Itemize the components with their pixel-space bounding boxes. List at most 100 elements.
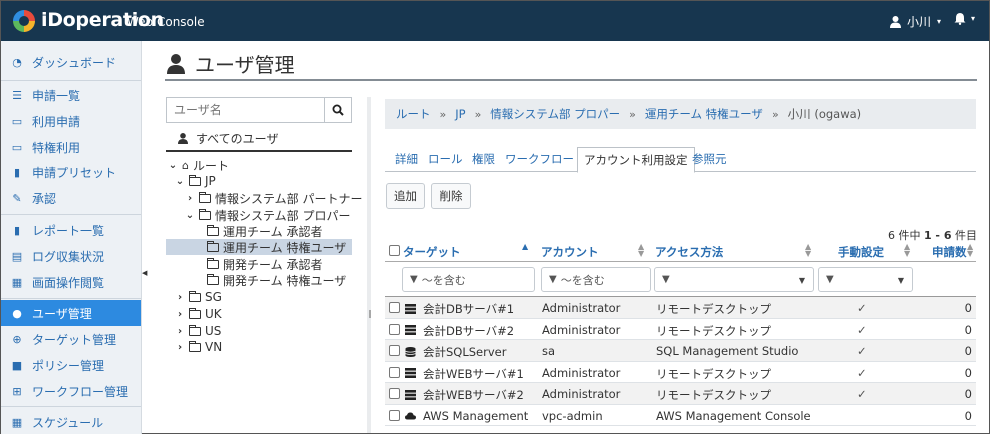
sidebar-item-usage-request[interactable]: ▭ 利用申請 <box>1 108 141 134</box>
row-checkbox[interactable] <box>389 345 400 356</box>
breadcrumb-link[interactable]: JP <box>455 107 465 121</box>
sidebar-item-user-management[interactable]: ● ユーザ管理 <box>1 300 141 326</box>
sitemap-icon: ⊞ <box>12 384 22 398</box>
tree-node-proper[interactable]: ⌄ 情報システム部 プロパー <box>185 207 350 223</box>
search-button[interactable] <box>324 98 351 122</box>
panel-splitter[interactable] <box>367 97 371 433</box>
column-header-target[interactable]: ターゲット <box>403 244 461 260</box>
tree-node-jp[interactable]: ⌄ JP <box>175 173 216 189</box>
tab-account-settings[interactable]: アカウント利用設定 <box>577 147 695 173</box>
chevron-down-icon[interactable]: ⌄ <box>185 210 195 221</box>
notification-menu[interactable]: ▾ <box>954 12 975 25</box>
breadcrumb-link[interactable]: 運用チーム 特権ユーザ <box>645 106 763 122</box>
sidebar-collapse-icon[interactable]: ◀ <box>142 269 147 277</box>
sidebar-item-workflow-management[interactable]: ⊞ ワークフロー管理 <box>1 378 141 404</box>
sidebar-item-request-list[interactable]: ☰ 申請一覧 <box>1 82 141 108</box>
row-checkbox[interactable] <box>389 366 400 378</box>
tree-node-ops-approver[interactable]: 運用チーム 承認者 <box>207 223 322 239</box>
tree-node-sg[interactable]: › SG <box>175 289 222 305</box>
request-count: 0 <box>964 344 972 358</box>
tab-details[interactable]: 詳細 <box>395 151 418 167</box>
table-row[interactable]: AWS Management vpc-admin AWS Management … <box>385 405 976 426</box>
sidebar-item-screen-view[interactable]: ▦ 画面操作閲覧 <box>1 269 141 295</box>
chevron-right-icon[interactable]: › <box>175 342 185 353</box>
tree-node-uk[interactable]: › UK <box>175 306 222 322</box>
chevron-down-icon[interactable]: ⌄ <box>168 160 178 171</box>
column-header-request-count[interactable]: 申請数 <box>932 244 967 260</box>
manual-filter-select[interactable]: ▼ ▼ <box>818 267 913 292</box>
access-method: リモートデスクトップ <box>656 323 771 338</box>
select-all-checkbox[interactable] <box>389 245 400 256</box>
list-icon: ☰ <box>12 88 22 102</box>
tab-references[interactable]: 参照元 <box>692 151 727 167</box>
add-button[interactable]: 追加 <box>386 183 425 209</box>
table-row[interactable]: 会計WEBサーバ#2 Administrator リモートデスクトップ ✓ 0 <box>385 383 976 405</box>
tree-node-ops-privileged[interactable]: 運用チーム 特権ユーザ <box>166 239 352 255</box>
sidebar-divider <box>1 214 141 215</box>
sidebar-item-dashboard[interactable]: ◔ ダッシュボード <box>1 49 141 75</box>
sidebar-item-schedule[interactable]: ▦ スケジュール <box>1 409 141 434</box>
sidebar-item-privileged-use[interactable]: ▭ 特権利用 <box>1 134 141 160</box>
sort-icon[interactable]: ▲ ▼ <box>805 243 811 258</box>
filter-icon: ▼ <box>549 274 557 285</box>
access-method: リモートデスクトップ <box>656 302 771 316</box>
access-method-filter-select[interactable]: ▼ ▼ <box>654 267 814 292</box>
row-checkbox[interactable] <box>389 323 400 335</box>
sidebar-item-log-status[interactable]: ▤ ログ収集状況 <box>1 243 141 269</box>
breadcrumb-separator: » <box>771 107 779 121</box>
sidebar-item-approval[interactable]: ✎ 承認 <box>1 185 141 211</box>
sidebar-item-policy-management[interactable]: ■ ポリシー管理 <box>1 352 141 378</box>
server-icon <box>405 301 416 315</box>
column-header-access-method[interactable]: アクセス方法 <box>655 244 723 260</box>
column-header-manual[interactable]: 手動設定 <box>838 244 884 260</box>
user-menu[interactable]: 小川 ▾ <box>889 13 941 30</box>
table-row[interactable]: 会計SQLServer sa SQL Management Studio ✓ 0 <box>385 340 976 362</box>
tab-roles[interactable]: ロール <box>428 151 463 167</box>
folder-icon <box>189 307 201 319</box>
chevron-right-icon[interactable]: › <box>175 292 185 303</box>
tree-node-vn[interactable]: › VN <box>175 339 222 355</box>
tree-node-dev-approver[interactable]: 開発チーム 承認者 <box>207 256 322 272</box>
drag-handle-icon[interactable]: ‖ <box>368 309 372 318</box>
account-filter-input[interactable]: ▼ 〜を含む <box>541 267 651 292</box>
row-checkbox[interactable] <box>389 409 400 421</box>
column-header-account[interactable]: アカウント <box>541 244 599 260</box>
row-checkbox[interactable] <box>389 302 400 313</box>
breadcrumb-link[interactable]: ルート <box>396 106 431 122</box>
chevron-down-icon[interactable]: ⌄ <box>175 176 185 187</box>
sidebar-item-target-management[interactable]: ⊕ ターゲット管理 <box>1 326 141 352</box>
chevron-right-icon[interactable]: › <box>185 193 195 204</box>
target-filter-input[interactable]: ▼ 〜を含む <box>402 267 535 292</box>
delete-button[interactable]: 削除 <box>431 183 471 209</box>
server-icon <box>405 366 416 380</box>
all-users-item[interactable]: すべてのユーザ <box>166 127 352 152</box>
row-checkbox[interactable] <box>389 388 400 399</box>
sidebar-item-report-list[interactable]: ▮ レポート一覧 <box>1 217 141 243</box>
sort-icon[interactable]: ▲ ▼ <box>638 243 644 258</box>
breadcrumb-separator: » <box>629 107 636 121</box>
sidebar-item-request-preset[interactable]: ▮ 申請プリセット <box>1 159 141 185</box>
sort-icon[interactable]: ▲ ▼ <box>967 243 973 258</box>
breadcrumb-link[interactable]: 情報システム部 プロパー <box>490 106 620 122</box>
film-icon: ▦ <box>11 275 23 289</box>
tree-node-root[interactable]: ⌄ ⌂ ルート <box>168 157 229 173</box>
tree-node-partner[interactable]: › 情報システム部 パートナー <box>185 190 362 206</box>
chevron-right-icon[interactable]: › <box>175 326 185 337</box>
breadcrumb-separator: » <box>439 107 447 121</box>
tab-permissions[interactable]: 権限 <box>472 151 495 167</box>
tree-node-us[interactable]: › US <box>175 323 221 339</box>
user-search-input[interactable] <box>167 98 324 122</box>
account-name: Administrator <box>542 301 621 315</box>
tab-workflow[interactable]: ワークフロー <box>505 151 574 167</box>
top-header: iDoperation Web Console 小川 ▾ ▾ <box>1 1 989 41</box>
request-count: 0 <box>964 387 972 401</box>
sort-icon[interactable]: ▲ ▼ <box>904 243 910 258</box>
server-icon <box>405 323 416 337</box>
chevron-right-icon[interactable]: › <box>175 309 185 320</box>
tree-node-dev-privileged[interactable]: 開発チーム 特権ユーザ <box>207 272 346 288</box>
request-count: 0 <box>964 322 972 337</box>
sort-asc-icon[interactable]: ▲ <box>522 243 528 251</box>
table-row[interactable]: 会計WEBサーバ#1 Administrator リモートデスクトップ ✓ 0 <box>385 362 976 383</box>
table-row[interactable]: 会計DBサーバ#2 Administrator リモートデスクトップ ✓ 0 <box>385 319 976 340</box>
table-row[interactable]: 会計DBサーバ#1 Administrator リモートデスクトップ ✓ 0 <box>385 297 976 319</box>
